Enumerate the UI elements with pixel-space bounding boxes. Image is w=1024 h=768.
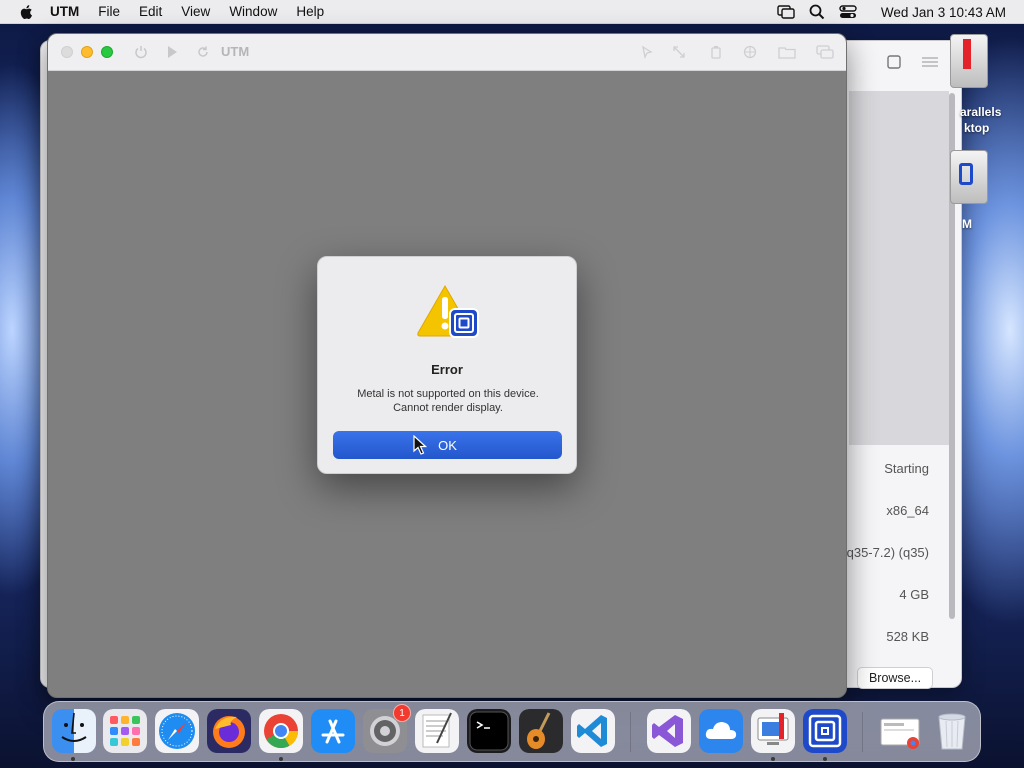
play-icon[interactable] bbox=[166, 45, 178, 59]
shared-folder-icon[interactable] bbox=[742, 45, 758, 59]
vm-memory-value: 4 GB bbox=[899, 587, 929, 602]
launchpad-icon[interactable] bbox=[103, 709, 147, 753]
desktop-label-desktop: ktop bbox=[964, 121, 990, 135]
menu-file[interactable]: File bbox=[98, 4, 120, 19]
window-zoom-button[interactable] bbox=[101, 46, 113, 58]
menu-view[interactable]: View bbox=[181, 4, 210, 19]
menubar-clock[interactable]: Wed Jan 3 10:43 AM bbox=[881, 5, 1006, 20]
vm-architecture-value: x86_64 bbox=[886, 503, 929, 518]
utm-titlebar: UTM bbox=[48, 34, 846, 71]
garageband-icon[interactable] bbox=[519, 709, 563, 753]
alert-title: Error bbox=[431, 362, 463, 377]
firefox-icon[interactable] bbox=[207, 709, 251, 753]
resize-icon[interactable] bbox=[672, 45, 686, 59]
control-center-icon[interactable] bbox=[839, 5, 857, 19]
apple-menu-icon[interactable] bbox=[18, 3, 36, 21]
usb-drive-icon[interactable] bbox=[710, 45, 722, 59]
chrome-running-dot bbox=[279, 757, 283, 761]
vm-preview-panel bbox=[849, 91, 949, 445]
menu-bar: UTM File Edit View Window Help Wed Jan 3… bbox=[0, 0, 1024, 24]
parallels-drive-icon[interactable] bbox=[950, 34, 988, 88]
warning-utm-icon bbox=[417, 284, 479, 338]
restart-icon[interactable] bbox=[196, 45, 210, 59]
trash-icon[interactable] bbox=[930, 709, 974, 753]
menu-app-name[interactable]: UTM bbox=[50, 4, 79, 19]
settings-notification-badge: 1 bbox=[393, 704, 411, 722]
visual-studio-icon[interactable] bbox=[647, 709, 691, 753]
screen-mirroring-icon[interactable] bbox=[777, 5, 795, 19]
remote-desktop-running-dot bbox=[771, 757, 775, 761]
browse-button[interactable]: Browse... bbox=[857, 667, 933, 689]
menu-edit[interactable]: Edit bbox=[139, 4, 162, 19]
utm-icon[interactable] bbox=[803, 709, 847, 753]
desktop-label-utm: M bbox=[962, 217, 972, 231]
chrome-icon[interactable] bbox=[259, 709, 303, 753]
desktop-label-parallels: arallels bbox=[960, 105, 1002, 119]
dock: 1 bbox=[43, 701, 981, 762]
system-settings-icon[interactable]: 1 bbox=[363, 704, 411, 753]
textedit-icon[interactable] bbox=[415, 709, 459, 753]
finder-icon[interactable] bbox=[52, 709, 96, 753]
sidebar-toggle-icon[interactable] bbox=[887, 55, 901, 69]
dock-divider-2 bbox=[862, 712, 863, 752]
error-alert-dialog: Error Metal is not supported on this dev… bbox=[317, 256, 577, 474]
utm-running-dot bbox=[823, 757, 827, 761]
finder-running-dot bbox=[71, 757, 75, 761]
vm-machine-value: q35-7.2) (q35) bbox=[846, 545, 929, 560]
ok-button[interactable]: OK bbox=[333, 431, 562, 459]
settings-sliders-icon[interactable] bbox=[921, 55, 939, 69]
window-minimize-button[interactable] bbox=[81, 46, 93, 58]
remote-desktop-icon[interactable] bbox=[751, 709, 795, 753]
menu-help[interactable]: Help bbox=[296, 4, 324, 19]
spotlight-search-icon[interactable] bbox=[809, 4, 825, 20]
terminal-icon[interactable] bbox=[467, 709, 511, 753]
utm-window-title: UTM bbox=[221, 44, 250, 59]
downloads-stack-icon[interactable] bbox=[878, 709, 922, 753]
vm-status-value: Starting bbox=[884, 461, 929, 476]
utm-drive-icon[interactable] bbox=[950, 150, 988, 204]
alert-message: Metal is not supported on this device. C… bbox=[328, 387, 568, 415]
mouse-cursor-icon bbox=[413, 435, 427, 455]
capture-input-icon[interactable] bbox=[640, 45, 654, 59]
safari-icon[interactable] bbox=[155, 709, 199, 753]
vm-size-value: 528 KB bbox=[886, 629, 929, 644]
menu-window[interactable]: Window bbox=[229, 4, 277, 19]
background-toolbar bbox=[887, 55, 939, 69]
windows-icon[interactable] bbox=[816, 45, 834, 59]
alert-message-line-1: Metal is not supported on this device. bbox=[357, 388, 539, 400]
power-icon[interactable] bbox=[134, 45, 148, 59]
folder-icon[interactable] bbox=[778, 45, 796, 59]
app-store-icon[interactable] bbox=[311, 709, 355, 753]
alert-message-line-2: Cannot render display. bbox=[393, 402, 503, 414]
vscode-icon[interactable] bbox=[571, 709, 615, 753]
icloud-icon[interactable] bbox=[699, 709, 743, 753]
window-close-button[interactable] bbox=[61, 46, 73, 58]
dock-divider bbox=[630, 712, 631, 752]
